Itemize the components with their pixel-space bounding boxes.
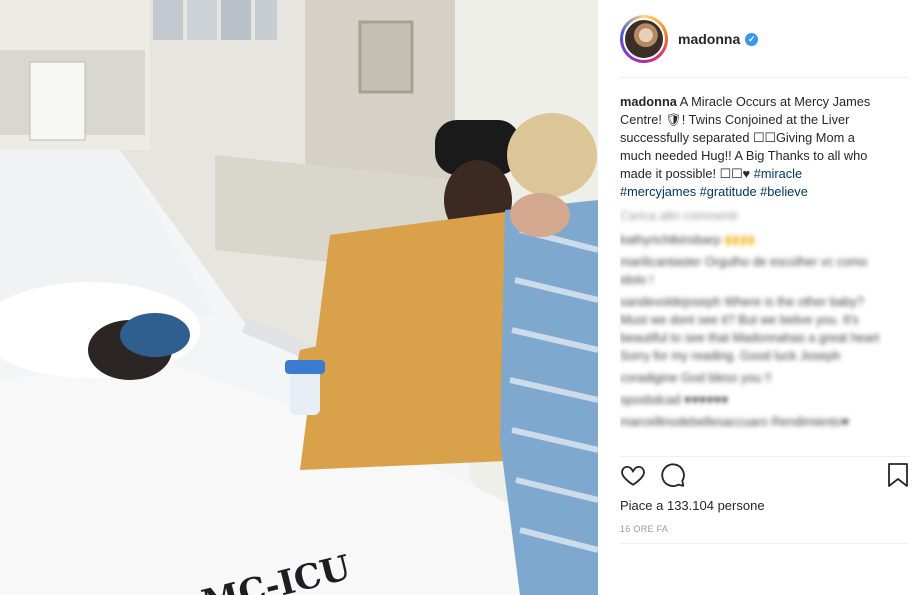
comment-item: sposbdcad ♥♥♥♥♥♥ xyxy=(620,393,729,407)
post-actions xyxy=(620,462,910,492)
hospital-scene-illustration: MC-ICU xyxy=(0,0,598,595)
comment-bubble-icon[interactable] xyxy=(660,462,688,490)
post-header: madonna ✓ xyxy=(620,14,908,64)
post-side-panel: madonna ✓ madonna A Miracle Occurs at Me… xyxy=(598,0,914,595)
post-caption: madonna A Miracle Occurs at Mercy James … xyxy=(620,93,882,201)
actions-divider xyxy=(620,456,908,457)
heart-icon[interactable] xyxy=(620,462,648,490)
avatar-story-ring[interactable] xyxy=(620,15,668,63)
post-photo[interactable]: MC-ICU xyxy=(0,0,598,595)
emoji-group-2: ☐☐♥ xyxy=(719,166,751,181)
bookmark-icon[interactable] xyxy=(886,462,914,490)
caption-username[interactable]: madonna xyxy=(620,94,677,109)
comment-item: coradigine God bless you !! xyxy=(620,371,772,385)
comments-list: Carica altri commenti kathyrichtkinsbarp… xyxy=(620,207,882,457)
shield-emoji: 🛡 xyxy=(665,112,682,127)
likes-count[interactable]: Piace a 133.104 persone xyxy=(620,498,765,513)
hashtag-gratitude[interactable]: #gratitude xyxy=(700,184,757,199)
comment-item: kathyrichtkinsbarp 🙌🙌 xyxy=(620,233,756,247)
header-divider xyxy=(620,77,908,78)
comment-item: marilicantaster Orgulho de escolher vc c… xyxy=(620,255,868,287)
comment-item: sandevoldejoseph Where is the other baby… xyxy=(620,295,880,363)
hashtag-mercyjames[interactable]: #mercyjames xyxy=(620,184,696,199)
hashtag-miracle[interactable]: #miracle xyxy=(754,166,802,181)
emoji-group-1: ☐☐ xyxy=(753,130,776,145)
post-timestamp[interactable]: 16 ORE FA xyxy=(620,524,668,534)
hashtag-believe[interactable]: #believe xyxy=(760,184,808,199)
verified-badge-icon: ✓ xyxy=(745,32,759,46)
comment-item: marcellinodebellesaccuaro Rendimiento♥ xyxy=(620,415,850,429)
footer-divider xyxy=(620,543,908,544)
avatar[interactable] xyxy=(623,18,665,60)
header-username[interactable]: madonna xyxy=(678,31,740,47)
load-more-comments-link[interactable]: Carica altri commenti xyxy=(620,207,882,225)
